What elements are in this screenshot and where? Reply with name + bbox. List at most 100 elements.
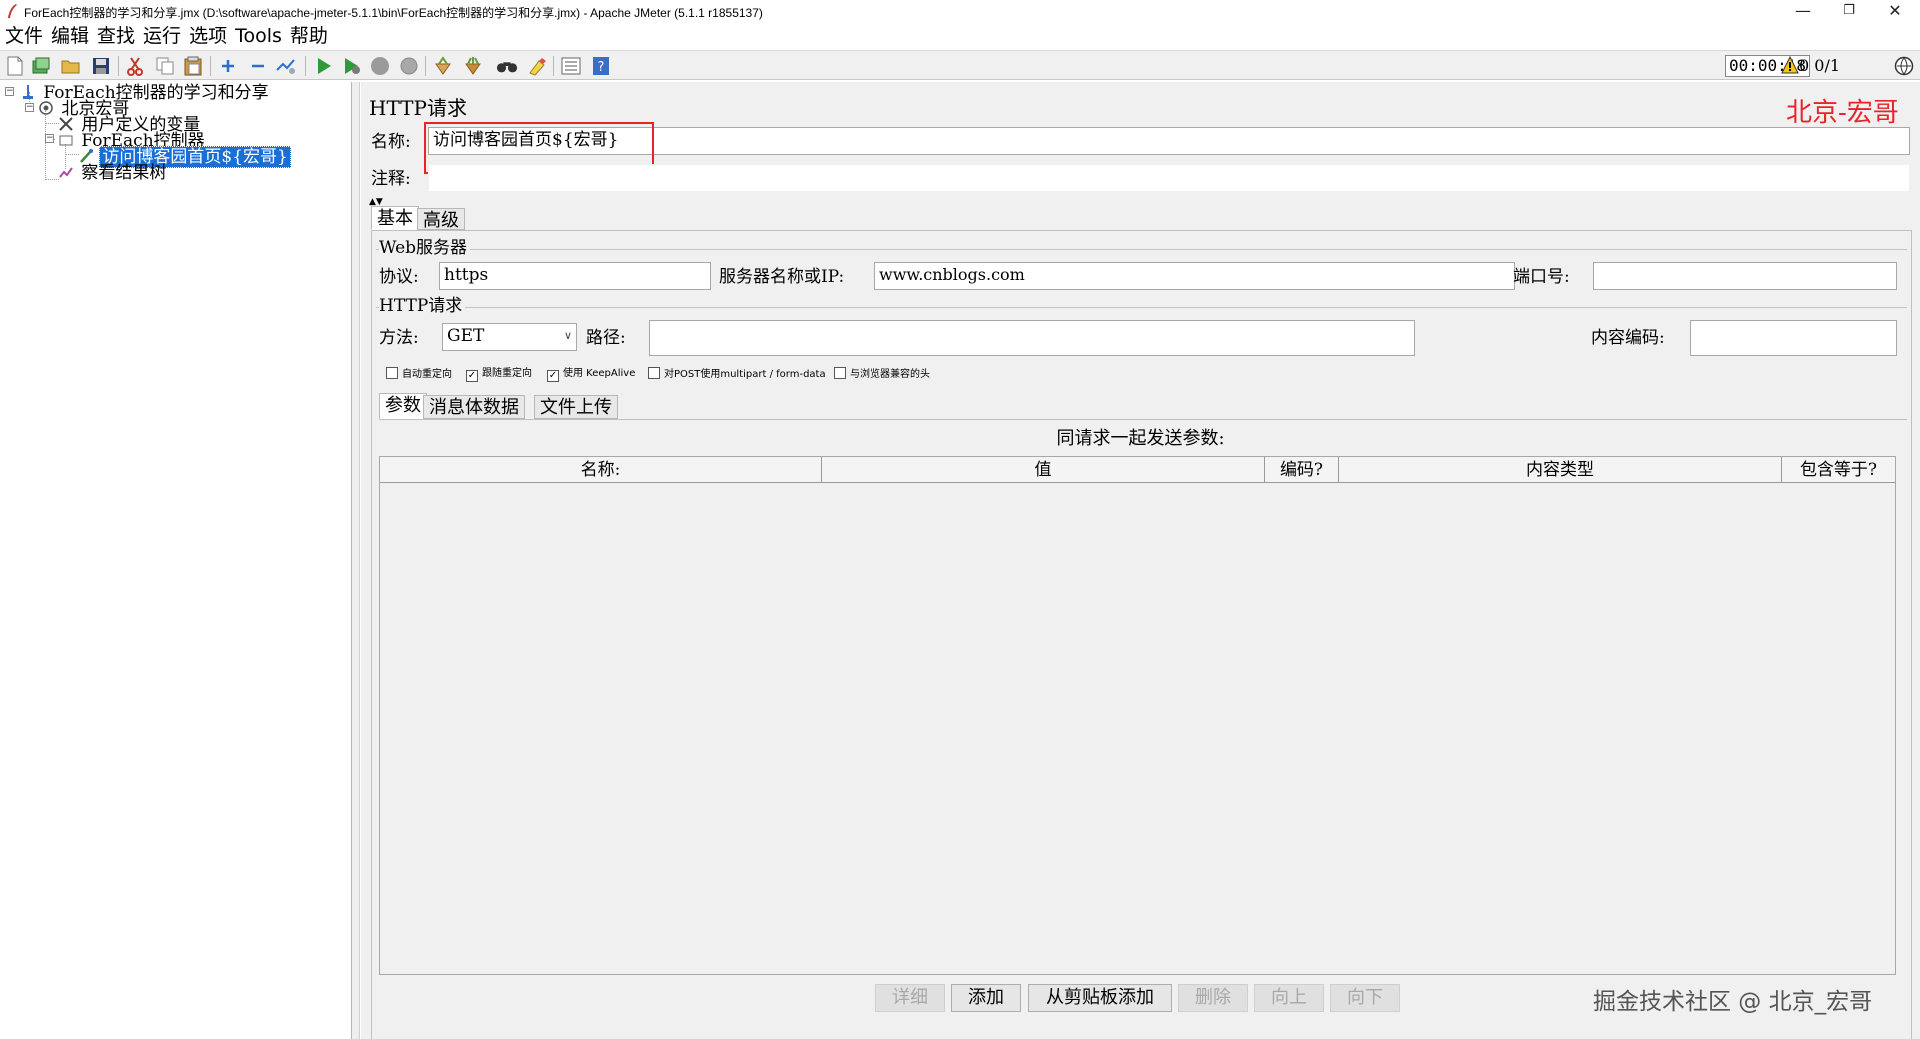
method-select[interactable]: GET ∨ xyxy=(442,323,577,351)
toolbar: ? 00:00:18 0 0/1 xyxy=(0,50,1920,80)
minimize-icon[interactable]: — xyxy=(1780,0,1826,24)
tab-files-upload[interactable]: 文件上传 xyxy=(534,395,618,419)
checkbox-box xyxy=(386,367,398,379)
menu-edit[interactable]: 编辑 xyxy=(48,24,92,48)
title-bar: ForEach控制器的学习和分享.jmx (D:\software\apache… xyxy=(0,0,1920,24)
checkbox-label: 与浏览器兼容的头 xyxy=(850,369,930,380)
tree-collapse-toggle-root[interactable]: − xyxy=(5,87,14,96)
port-input[interactable] xyxy=(1593,262,1897,290)
tab-advanced[interactable]: 高级 xyxy=(417,208,465,231)
expand-icon[interactable] xyxy=(217,55,239,77)
params-table-title: 同请求一起发送参数: xyxy=(1056,428,1225,449)
chevron-down-icon: ∨ xyxy=(563,329,572,342)
toggle-icon[interactable] xyxy=(275,55,297,77)
panel-title: HTTP请求 xyxy=(369,96,467,120)
restore-icon[interactable]: ❐ xyxy=(1826,0,1872,24)
protocol-input[interactable]: https xyxy=(439,262,711,290)
stop-icon[interactable] xyxy=(369,55,391,77)
checkbox-multipart[interactable]: 对POST使用multipart / form-data xyxy=(648,367,826,382)
shutdown-icon[interactable] xyxy=(398,55,420,77)
comment-input[interactable] xyxy=(428,164,1910,192)
path-label: 路径: xyxy=(586,328,626,348)
menu-help[interactable]: 帮助 xyxy=(287,24,331,48)
collapse-icon[interactable] xyxy=(247,55,269,77)
add-button[interactable]: 添加 xyxy=(951,984,1021,1012)
remote-status-icon xyxy=(1894,56,1914,76)
server-name-label: 服务器名称或IP: xyxy=(719,267,845,287)
http-request-panel: HTTP请求 北京-宏哥 名称: 访问博客园首页${宏哥} 注释: ▲▼ 基本 … xyxy=(361,82,1920,1039)
checkbox-auto-redirect[interactable]: 自动重定向 xyxy=(386,367,452,382)
templates-icon[interactable] xyxy=(30,55,52,77)
content-encoding-input[interactable] xyxy=(1690,320,1897,356)
thread-group-icon xyxy=(39,101,53,115)
test-plan-icon xyxy=(23,85,33,99)
open-icon[interactable] xyxy=(60,55,82,77)
server-name-input[interactable]: www.cnblogs.com xyxy=(874,262,1515,290)
close-icon[interactable]: ✕ xyxy=(1872,0,1918,24)
author-watermark: 北京-宏哥 xyxy=(1786,98,1899,128)
column-header-include-equals[interactable]: 包含等于? xyxy=(1782,457,1895,483)
menu-bar: 文件 编辑 查找 运行 选项 Tools 帮助 xyxy=(0,24,1920,48)
search-icon[interactable] xyxy=(496,55,518,77)
tab-basic[interactable]: 基本 xyxy=(371,206,419,230)
menu-search[interactable]: 查找 xyxy=(94,24,138,48)
thread-count: 0/1 xyxy=(1814,56,1841,75)
status-counts: 0 0/1 xyxy=(1799,55,1840,77)
comment-label: 注释: xyxy=(371,169,411,189)
checkbox-keepalive[interactable]: ✓ 使用 KeepAlive xyxy=(547,367,635,382)
function-helper-icon[interactable] xyxy=(560,55,582,77)
port-label: 端口号: xyxy=(1513,267,1570,287)
jmeter-feather-icon xyxy=(8,4,17,18)
result-tree-icon xyxy=(59,167,73,178)
tree-node-result-tree[interactable]: 察看结果树 xyxy=(58,162,168,183)
tree-collapse-toggle-foreach[interactable]: − xyxy=(45,134,54,143)
clear-all-icon[interactable] xyxy=(462,55,484,77)
move-up-button[interactable]: 向上 xyxy=(1254,984,1324,1012)
cut-icon[interactable] xyxy=(124,55,146,77)
web-server-group-title: Web服务器 xyxy=(379,237,471,259)
start-icon[interactable] xyxy=(313,55,335,77)
save-icon[interactable] xyxy=(90,55,112,77)
column-header-value[interactable]: 值 xyxy=(822,457,1265,483)
delete-button[interactable]: 删除 xyxy=(1178,984,1248,1012)
checkbox-browser-compatible-headers[interactable]: 与浏览器兼容的头 xyxy=(834,367,930,382)
tree-node-label: 察看结果树 xyxy=(81,163,167,183)
checkbox-follow-redirect[interactable]: ✓ 跟随重定向 xyxy=(466,367,532,382)
community-watermark: 掘金技术社区 @ 北京_宏哥 xyxy=(1593,989,1873,1015)
start-no-pause-icon[interactable] xyxy=(341,55,363,77)
tab-body-data[interactable]: 消息体数据 xyxy=(423,395,525,419)
content-encoding-label: 内容编码: xyxy=(1591,328,1665,348)
paste-icon[interactable] xyxy=(182,55,204,77)
checkbox-box xyxy=(648,367,660,379)
method-label: 方法: xyxy=(379,328,419,348)
menu-tools[interactable]: Tools xyxy=(232,24,285,48)
clear-icon[interactable] xyxy=(432,55,454,77)
menu-run[interactable]: 运行 xyxy=(140,24,184,48)
check-icon: ✓ xyxy=(466,370,478,382)
column-header-name[interactable]: 名称: xyxy=(380,457,822,483)
column-header-encode[interactable]: 编码? xyxy=(1265,457,1339,483)
protocol-label: 协议: xyxy=(379,267,419,287)
foreach-controller-icon xyxy=(59,135,73,146)
parameters-table[interactable]: 名称: 值 编码? 内容类型 包含等于? xyxy=(379,456,1896,975)
checkbox-label: 自动重定向 xyxy=(402,369,452,380)
method-selected-value: GET xyxy=(447,326,485,346)
add-from-clipboard-button[interactable]: 从剪贴板添加 xyxy=(1028,984,1172,1012)
menu-file[interactable]: 文件 xyxy=(2,24,46,48)
new-icon[interactable] xyxy=(4,55,26,77)
detail-button[interactable]: 详细 xyxy=(875,984,945,1012)
path-input[interactable] xyxy=(649,320,1415,356)
svg-text:?: ? xyxy=(598,60,605,75)
pane-splitter[interactable] xyxy=(352,82,360,1039)
tree-collapse-toggle-thread-group[interactable]: − xyxy=(25,103,34,112)
warning-icon[interactable] xyxy=(1781,56,1799,74)
move-down-button[interactable]: 向下 xyxy=(1330,984,1400,1012)
reset-search-icon[interactable] xyxy=(526,55,548,77)
column-header-content-type[interactable]: 内容类型 xyxy=(1339,457,1782,483)
tab-parameters[interactable]: 参数 xyxy=(379,393,427,419)
menu-options[interactable]: 选项 xyxy=(186,24,230,48)
copy-icon[interactable] xyxy=(154,55,176,77)
checkbox-label: 使用 KeepAlive xyxy=(563,368,636,379)
help-icon[interactable]: ? xyxy=(590,55,612,77)
warning-count: 0 xyxy=(1799,56,1810,75)
